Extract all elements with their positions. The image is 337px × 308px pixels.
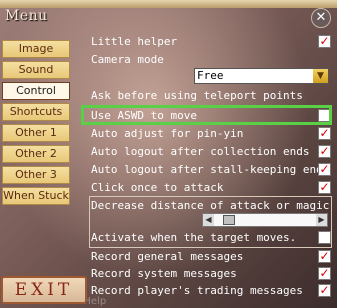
window-title: Menu — [5, 8, 48, 24]
slider-thumb[interactable] — [223, 215, 235, 225]
option-record-general: Record general messages ✓ — [91, 248, 331, 265]
record-trading-checkbox[interactable]: ✓ — [318, 284, 331, 297]
distance-slider[interactable]: ◀ ▶ — [202, 213, 328, 227]
option-auto-pinyin: Auto adjust for pin-yin ✓ — [91, 125, 331, 142]
tab-control[interactable]: Control — [2, 82, 70, 100]
option-label: Record general messages — [91, 250, 244, 263]
option-auto-logout-collection: Auto logout after collection ends ✓ — [91, 143, 331, 160]
option-label: Record player's trading messages — [91, 284, 303, 297]
option-ask-teleport: Ask before using teleport points — [91, 87, 331, 104]
auto-logout-collection-checkbox[interactable]: ✓ — [318, 145, 331, 158]
chevron-down-icon[interactable]: ▼ — [313, 69, 328, 83]
auto-pinyin-checkbox[interactable]: ✓ — [318, 127, 331, 140]
camera-mode-select[interactable]: Free ▼ — [194, 68, 329, 84]
option-click-once-attack: Click once to attack ✓ — [91, 179, 331, 196]
option-label: Camera mode — [91, 53, 164, 66]
option-label: Record system messages — [91, 267, 237, 280]
option-label: Auto logout after stall-keeping ends — [91, 163, 330, 176]
option-label: Activate when the target moves. — [91, 231, 297, 244]
option-label: Little helper — [91, 35, 178, 48]
activate-moves-checkbox[interactable] — [318, 231, 331, 244]
option-decrease-distance: Decrease distance of attack or magic — [91, 197, 331, 214]
option-label: Auto logout after collection ends — [91, 145, 310, 158]
little-helper-checkbox[interactable]: ✓ — [318, 35, 331, 48]
option-label: Click once to attack — [91, 181, 224, 194]
tab-other-2[interactable]: Other 2 — [2, 145, 70, 163]
close-button[interactable]: ✕ — [311, 8, 331, 28]
tab-sound[interactable]: Sound — [2, 61, 70, 79]
tab-other-1[interactable]: Other 1 — [2, 124, 70, 142]
chevron-right-icon[interactable]: ▶ — [316, 214, 327, 226]
record-system-checkbox[interactable]: ✓ — [318, 267, 331, 280]
option-label: Decrease distance of attack or magic — [91, 199, 330, 212]
option-label: Ask before using teleport points — [91, 89, 303, 102]
chevron-left-icon[interactable]: ◀ — [203, 214, 214, 226]
tab-image[interactable]: Image — [2, 40, 70, 58]
exit-button[interactable]: EXIT — [1, 276, 87, 304]
tab-other-3[interactable]: Other 3 — [2, 166, 70, 184]
select-value: Free — [197, 69, 224, 82]
tab-when-stuck[interactable]: When Stuck — [2, 187, 70, 205]
tab-shortcuts[interactable]: Shortcuts — [2, 103, 70, 121]
auto-logout-stall-checkbox[interactable]: ✓ — [318, 163, 331, 176]
option-record-trading: Record player's trading messages ✓ — [91, 282, 331, 299]
option-record-system: Record system messages ✓ — [91, 265, 331, 282]
option-activate-moves: Activate when the target moves. — [91, 229, 331, 246]
click-once-attack-checkbox[interactable]: ✓ — [318, 181, 331, 194]
record-general-checkbox[interactable]: ✓ — [318, 250, 331, 263]
option-auto-logout-stall: Auto logout after stall-keeping ends ✓ — [91, 161, 331, 178]
option-little-helper: Little helper ✓ — [91, 33, 331, 50]
option-camera-mode: Camera mode — [91, 51, 331, 68]
top-bar — [0, 0, 337, 8]
option-label: Auto adjust for pin-yin — [91, 127, 244, 140]
highlight-box — [81, 105, 332, 125]
